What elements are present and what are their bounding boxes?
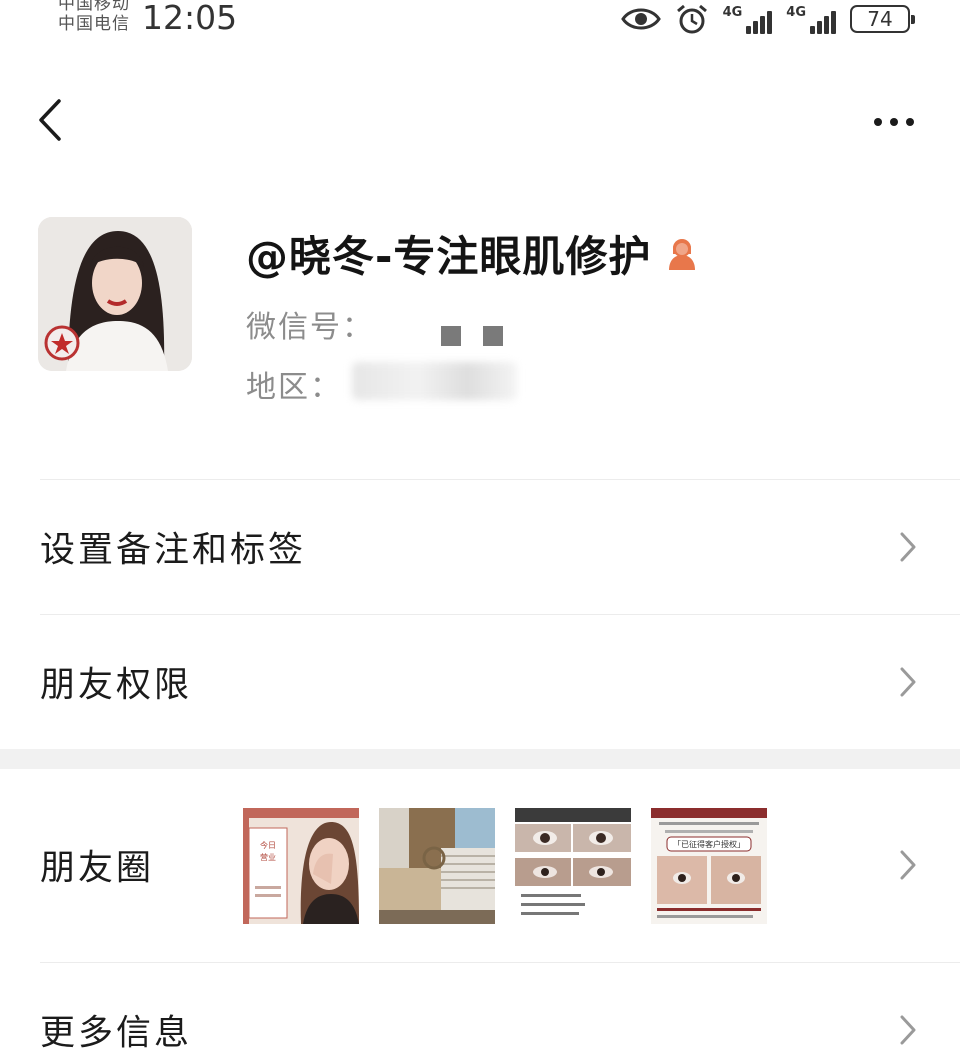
region-label: 地区： (246, 370, 342, 405)
network-2-label: 4G (786, 5, 806, 20)
signal-bar (753, 21, 759, 34)
eye-icon (620, 5, 661, 33)
signal-bar (824, 16, 829, 34)
chevron-right-icon (896, 664, 920, 700)
friend-permissions-row[interactable]: 朋友权限 (0, 615, 960, 749)
back-button[interactable] (26, 94, 74, 150)
status-icons: 4G 4G 74 (620, 2, 915, 36)
moments-thumbnail[interactable] (379, 808, 495, 924)
more-info-row[interactable]: 更多信息 (0, 963, 960, 1048)
moments-thumbnail[interactable] (515, 808, 631, 924)
wechat-id-label: 微信号： (246, 310, 374, 345)
carrier-2-label: 中国电信 (58, 14, 130, 34)
moments-label: 朋友圈 (40, 848, 155, 889)
redaction-block (441, 326, 461, 346)
female-icon (663, 234, 701, 272)
friend-permissions-label: 朋友权限 (40, 665, 193, 706)
thumb-banner: 「已征得客户授权」 (673, 839, 745, 849)
more-dot (890, 118, 898, 126)
signal-bar (817, 21, 822, 34)
carrier-info: 中国移动 中国电信 (58, 0, 130, 34)
status-bar: 中国移动 中国电信 12:05 4G 4G 74 (0, 0, 960, 46)
set-remark-label: 设置备注和标签 (40, 530, 307, 571)
redaction-block (483, 326, 503, 346)
signal-bar (810, 26, 815, 34)
thumb-heading-2: 营业 (260, 852, 276, 862)
section-gap (0, 749, 960, 769)
chevron-right-icon (896, 529, 920, 565)
network-1-label: 4G (722, 5, 743, 20)
more-options-button[interactable] (864, 94, 924, 150)
signal-bar (746, 26, 752, 34)
signal-bar (760, 16, 766, 34)
carrier-1-label: 中国移动 (58, 0, 130, 14)
chevron-right-icon (896, 1012, 920, 1048)
moments-thumbnail[interactable]: 「已征得客户授权」 (651, 808, 767, 924)
contact-profile-page: 中国移动 中国电信 12:05 4G 4G 74 @晓冬-专注眼肌修护 微信号：… (0, 0, 960, 1048)
signal-bar (767, 11, 773, 34)
more-dot (906, 118, 914, 126)
more-dot (874, 118, 882, 126)
chevron-left-icon (37, 98, 63, 146)
moments-row[interactable]: 朋友圈 今日 营业 「已征得客户授权」 (0, 770, 960, 960)
battery-icon: 74 (850, 5, 915, 33)
signal-bar (831, 11, 836, 34)
thumb-heading-1: 今日 (260, 840, 276, 850)
nav-bar (0, 80, 960, 166)
alarm-icon (675, 3, 709, 35)
set-remark-row[interactable]: 设置备注和标签 (0, 480, 960, 614)
wechat-id-redaction (441, 326, 503, 346)
signal-2-icon: 4G (786, 4, 836, 34)
more-info-label: 更多信息 (40, 1013, 193, 1048)
status-time: 12:05 (142, 0, 238, 37)
battery-level: 74 (867, 7, 893, 31)
nickname-row: @晓冬-专注眼肌修护 (246, 220, 701, 286)
chevron-right-icon (896, 847, 920, 883)
moments-thumbnails: 今日 营业 「已征得客户授权」 (243, 808, 767, 924)
moments-thumbnail[interactable]: 今日 营业 (243, 808, 359, 924)
avatar[interactable] (38, 217, 192, 371)
region-value-blurred (352, 362, 517, 400)
nickname: @晓冬-专注眼肌修护 (246, 231, 652, 281)
signal-1-icon: 4G (723, 4, 773, 34)
